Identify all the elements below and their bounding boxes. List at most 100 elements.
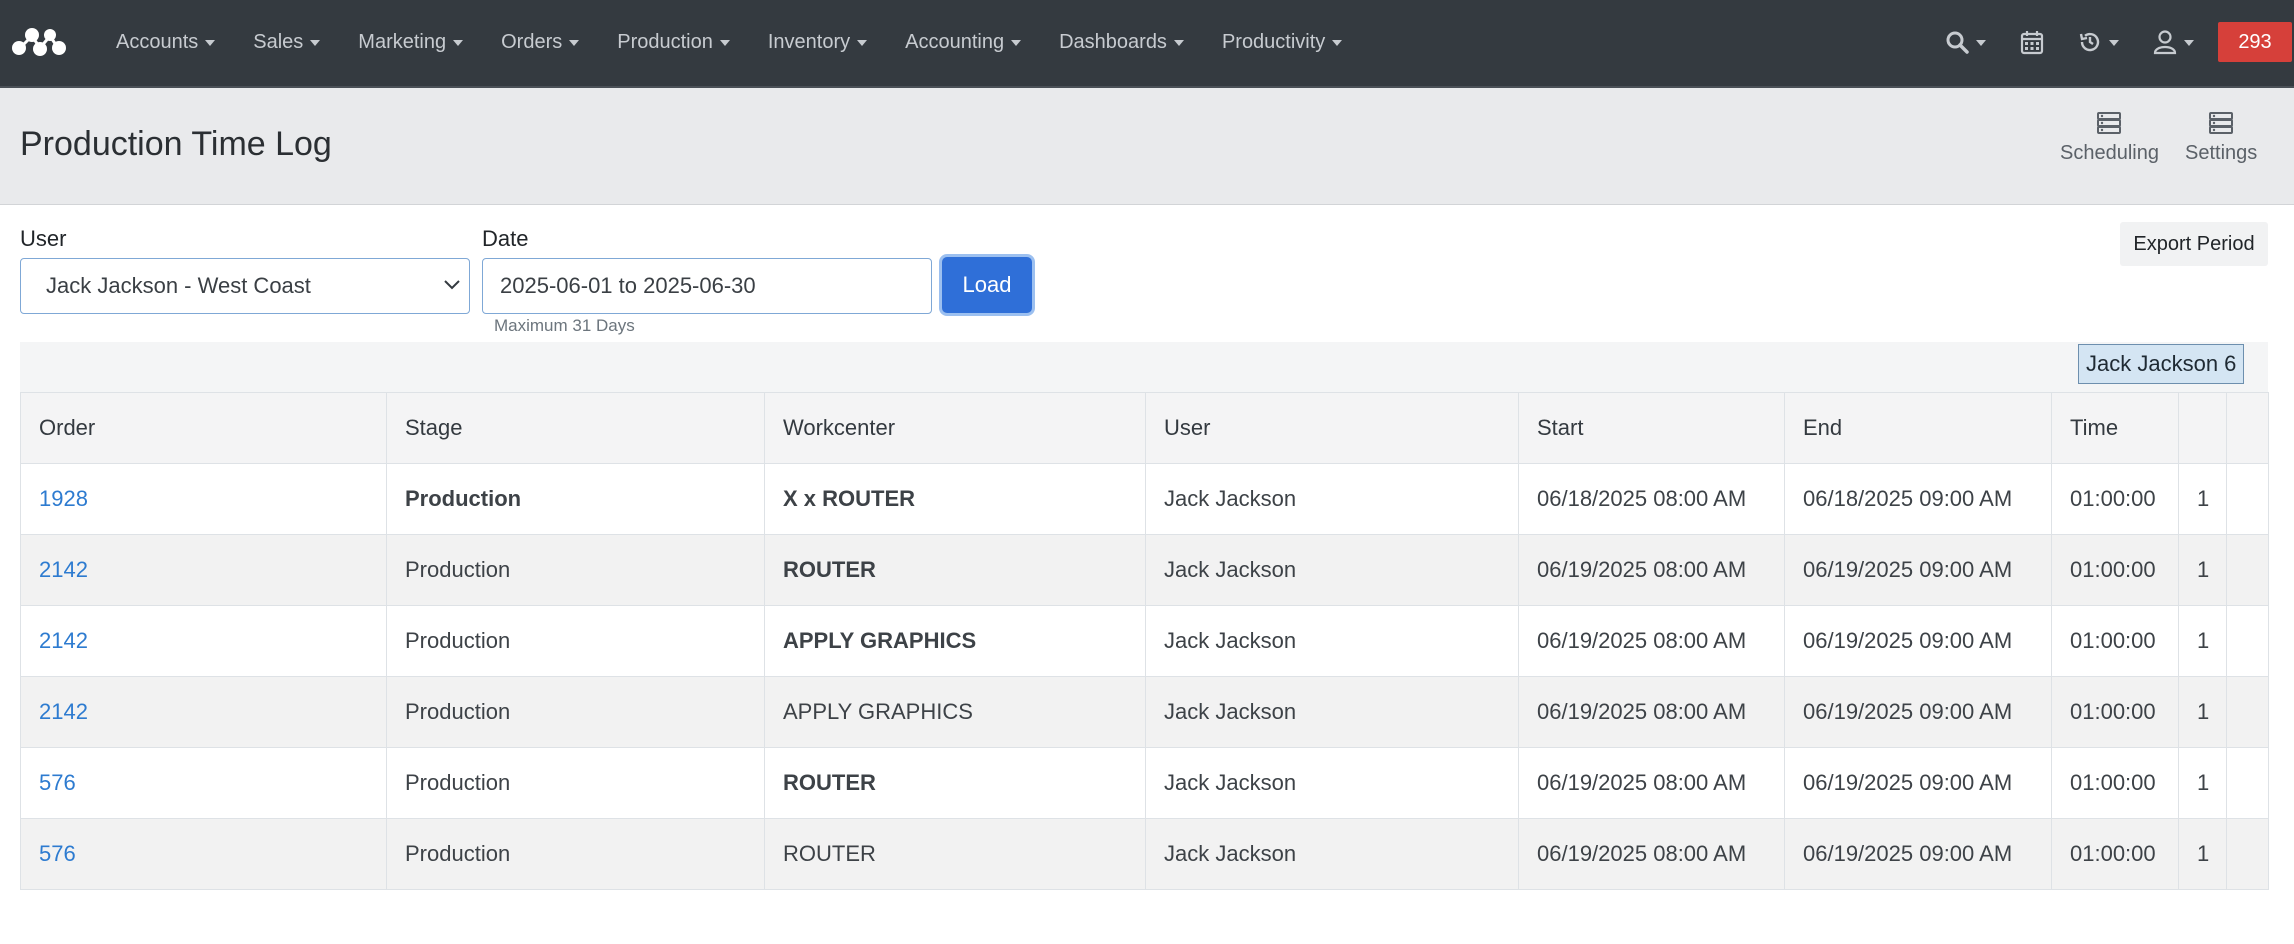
export-period-button[interactable]: Export Period: [2120, 222, 2268, 266]
caret-down-icon: [857, 40, 868, 46]
order-link[interactable]: 2142: [39, 628, 88, 653]
actions-cell: [2226, 747, 2269, 819]
history-button[interactable]: [2078, 30, 2119, 54]
menu-orders[interactable]: Orders: [482, 31, 598, 54]
menu-accounting[interactable]: Accounting: [886, 31, 1040, 54]
user-select[interactable]: Jack Jackson - West Coast: [20, 258, 470, 314]
time-cell: 01:00:00: [2051, 534, 2179, 606]
time-log-table: Order Stage Workcenter User Start End Ti…: [20, 392, 2269, 890]
caret-down-icon: [2184, 40, 2194, 46]
chevron-down-icon: [444, 280, 460, 290]
column-header-start[interactable]: Start: [1518, 392, 1785, 464]
scheduling-button[interactable]: Scheduling: [2060, 112, 2159, 165]
user-cell: Jack Jackson: [1145, 463, 1519, 535]
order-link[interactable]: 2142: [39, 699, 88, 724]
end-cell: 06/19/2025 09:00 AM: [1784, 818, 2052, 890]
stage-cell: Production: [386, 818, 765, 890]
qty-cell: 1: [2178, 676, 2227, 748]
menu-productivity-label: Productivity: [1221, 30, 1326, 53]
page-header: Production Time Log Scheduling Settings: [0, 88, 2294, 205]
date-range-input[interactable]: 2025-06-01 to 2025-06-30: [482, 258, 932, 314]
column-header-qty: [2178, 392, 2227, 464]
user-select-value: Jack Jackson - West Coast: [46, 273, 311, 298]
workcenter-cell: ROUTER: [764, 747, 1146, 819]
workcenter-cell: APPLY GRAPHICS: [764, 605, 1146, 677]
actions-cell: [2226, 676, 2269, 748]
time-cell: 01:00:00: [2051, 676, 2179, 748]
workcenter-cell: ROUTER: [764, 534, 1146, 606]
column-header-actions: [2226, 392, 2269, 464]
menu-sales-label: Sales: [253, 30, 304, 53]
order-cell: 576: [20, 747, 387, 819]
start-cell: 06/19/2025 08:00 AM: [1518, 818, 1785, 890]
search-icon: [1946, 31, 1969, 54]
start-cell: 06/18/2025 08:00 AM: [1518, 463, 1785, 535]
column-header-time[interactable]: Time: [2051, 392, 2179, 464]
qty-cell: 1: [2178, 463, 2227, 535]
menu-inventory[interactable]: Inventory: [749, 31, 886, 54]
order-link[interactable]: 1928: [39, 486, 88, 511]
server-stack-icon: [2097, 112, 2122, 134]
user-cell: Jack Jackson: [1145, 534, 1519, 606]
actions-cell: [2226, 534, 2269, 606]
time-cell: 01:00:00: [2051, 463, 2179, 535]
user-field-label: User: [20, 226, 67, 251]
menu-marketing-label: Marketing: [358, 30, 447, 53]
stage-cell: Production: [386, 605, 765, 677]
column-header-stage[interactable]: Stage: [386, 392, 765, 464]
user-menu-button[interactable]: [2153, 29, 2194, 55]
order-cell: 576: [20, 818, 387, 890]
time-cell: 01:00:00: [2051, 605, 2179, 677]
menu-dashboards[interactable]: Dashboards: [1040, 31, 1203, 54]
calendar-icon: [2020, 31, 2044, 55]
menu-inventory-label: Inventory: [767, 30, 851, 53]
menu-accounts-label: Accounts: [116, 30, 199, 53]
menu-production[interactable]: Production: [598, 31, 749, 54]
order-link[interactable]: 576: [39, 770, 76, 795]
settings-button[interactable]: Settings: [2185, 112, 2257, 165]
order-cell: 2142: [20, 676, 387, 748]
user-filter-chip[interactable]: Jack Jackson 6: [2078, 344, 2245, 384]
column-header-order[interactable]: Order: [20, 392, 387, 464]
workcenter-cell: X x ROUTER: [764, 463, 1146, 535]
load-button[interactable]: Load: [942, 257, 1032, 313]
menu-sales[interactable]: Sales: [234, 31, 339, 54]
time-cell: 01:00:00: [2051, 747, 2179, 819]
actions-cell: [2226, 463, 2269, 535]
start-cell: 06/19/2025 08:00 AM: [1518, 534, 1785, 606]
order-link[interactable]: 576: [39, 841, 76, 866]
table-row: 576 Production ROUTER Jack Jackson 06/19…: [20, 818, 2269, 890]
column-header-end[interactable]: End: [1784, 392, 2052, 464]
main-menu: Accounts Sales Marketing Orders Producti…: [97, 0, 1361, 84]
app-logo-icon[interactable]: [10, 26, 68, 58]
stage-cell: Production: [386, 534, 765, 606]
search-button[interactable]: [1945, 30, 1986, 54]
column-header-user[interactable]: User: [1145, 392, 1519, 464]
qty-cell: 1: [2178, 534, 2227, 606]
menu-accounts[interactable]: Accounts: [97, 31, 234, 54]
caret-down-icon: [453, 40, 464, 46]
menu-production-label: Production: [617, 30, 713, 53]
menu-marketing[interactable]: Marketing: [339, 31, 482, 54]
nav-tools: 293: [1945, 0, 2294, 84]
column-header-workcenter[interactable]: Workcenter: [764, 392, 1146, 464]
stage-cell: Production: [386, 463, 765, 535]
end-cell: 06/19/2025 09:00 AM: [1784, 747, 2052, 819]
table-row: 576 Production ROUTER Jack Jackson 06/19…: [20, 747, 2269, 819]
end-cell: 06/19/2025 09:00 AM: [1784, 534, 2052, 606]
qty-cell: 1: [2178, 605, 2227, 677]
calendar-button[interactable]: [2020, 29, 2044, 55]
notification-badge[interactable]: 293: [2218, 22, 2292, 62]
menu-productivity[interactable]: Productivity: [1203, 31, 1361, 54]
caret-down-icon: [1976, 40, 1986, 46]
top-navbar: Accounts Sales Marketing Orders Producti…: [0, 0, 2294, 88]
actions-cell: [2226, 605, 2269, 677]
start-cell: 06/19/2025 08:00 AM: [1518, 605, 1785, 677]
menu-dashboards-label: Dashboards: [1059, 30, 1167, 53]
user-cell: Jack Jackson: [1145, 818, 1519, 890]
settings-label: Settings: [2185, 142, 2258, 164]
order-link[interactable]: 2142: [39, 557, 88, 582]
user-icon: [2153, 30, 2177, 55]
order-cell: 2142: [20, 534, 387, 606]
filter-strip: [20, 342, 2268, 392]
